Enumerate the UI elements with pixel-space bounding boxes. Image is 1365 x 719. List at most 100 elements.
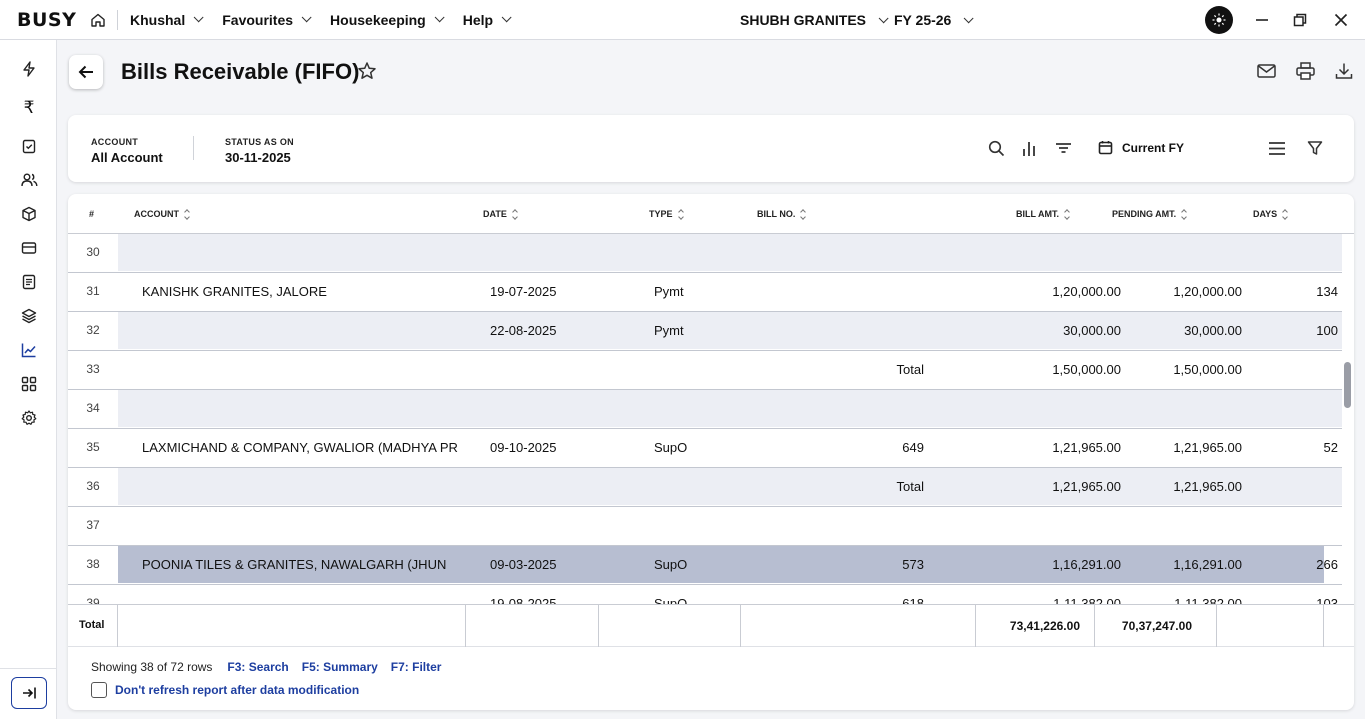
menu-housekeeping-label: Housekeeping — [330, 11, 426, 28]
chart-line-icon[interactable] — [19, 340, 39, 360]
table-row[interactable]: 36 Total 1,21,965.00 1,21,965.00 — [68, 468, 1342, 507]
vertical-scrollbar[interactable] — [1344, 362, 1351, 408]
pending-amount-cell: 1,21,965.00 — [1173, 479, 1242, 494]
column-header-pending-amt-label: PENDING AMT. — [1112, 209, 1177, 219]
column-header-date[interactable]: DATE — [483, 208, 518, 220]
table-row[interactable]: 31 KANISHK GRANITES, JALORE 19-07-2025 P… — [68, 273, 1342, 312]
table-row[interactable]: 32 22-08-2025 Pymt 30,000.00 30,000.00 1… — [68, 312, 1342, 351]
restore-button[interactable] — [1290, 10, 1310, 30]
page-title: Bills Receivable (FIFO) — [121, 59, 360, 84]
download-icon[interactable] — [1334, 61, 1354, 81]
divider — [0, 668, 57, 669]
close-button[interactable] — [1331, 10, 1351, 30]
minimize-button[interactable] — [1252, 10, 1272, 30]
row-number: 32 — [68, 312, 118, 349]
lightning-icon[interactable] — [19, 59, 39, 79]
fy-selector[interactable]: FY 25-26 — [894, 12, 974, 28]
table-row[interactable]: 30 — [68, 234, 1342, 273]
account-cell: LAXMICHAND & COMPANY, GWALIOR (MADHYA PR — [142, 440, 458, 455]
totals-pending-amount-cell: 70,37,247.00 — [1095, 605, 1217, 647]
bill-no-cell: 649 — [902, 440, 924, 455]
totals-cell — [599, 605, 741, 647]
pending-amount-cell: 1,11,382.00 — [1174, 596, 1242, 604]
report-table: # ACCOUNT DATE TYPE BILL NO. BILL AMT. P… — [68, 194, 1354, 710]
sort-icon — [184, 208, 190, 220]
table-row-selected[interactable]: 38 POONIA TILES & GRANITES, NAWALGARH (J… — [68, 546, 1342, 585]
home-icon[interactable] — [89, 11, 107, 29]
column-header-account[interactable]: ACCOUNT — [134, 208, 190, 220]
rupee-icon[interactable]: ₹ — [19, 98, 39, 118]
refresh-checkbox[interactable] — [91, 682, 107, 698]
print-icon[interactable] — [1295, 61, 1315, 81]
theme-toggle-button[interactable] — [1205, 6, 1233, 34]
pending-amount-cell: 1,21,965.00 — [1173, 440, 1242, 455]
star-icon[interactable] — [357, 61, 377, 84]
fy-label: FY 25-26 — [894, 12, 952, 28]
menu-favourites[interactable]: Favourites — [222, 12, 312, 28]
clipboard-check-icon[interactable] — [19, 136, 39, 156]
days-cell: 100 — [1316, 323, 1338, 338]
box-icon[interactable] — [19, 204, 39, 224]
totals-cell — [466, 605, 599, 647]
period-selector[interactable]: Current FY — [1098, 140, 1184, 155]
table-row[interactable]: 33 Total 1,50,000.00 1,50,000.00 — [68, 351, 1342, 390]
days-cell: 103 — [1316, 596, 1338, 604]
company-selector[interactable]: SHUBH GRANITES — [740, 12, 889, 28]
row-number: 34 — [68, 390, 118, 427]
expand-sidebar-button[interactable] — [11, 677, 47, 709]
arrow-left-icon — [78, 65, 93, 79]
period-label: Current FY — [1122, 140, 1185, 155]
column-header-type[interactable]: TYPE — [649, 208, 684, 220]
table-totals-row: Total 73,41,226.00 70,37,247.00 — [68, 604, 1354, 647]
gear-icon[interactable] — [19, 408, 39, 428]
menu-help[interactable]: Help — [463, 12, 512, 28]
account-filter-value[interactable]: All Account — [91, 150, 163, 165]
bill-no-cell: Total — [896, 479, 924, 494]
table-row[interactable]: 35 LAXMICHAND & COMPANY, GWALIOR (MADHYA… — [68, 429, 1342, 468]
sort-lines-icon[interactable] — [1054, 139, 1072, 157]
row-number: 31 — [68, 273, 118, 310]
totals-pending-amount: 70,37,247.00 — [1121, 619, 1192, 633]
filter-icon[interactable] — [1306, 139, 1324, 157]
bill-amount-cell: 1,11,382.00 — [1053, 596, 1121, 604]
filter-hotkey[interactable]: F7: Filter — [391, 660, 442, 674]
grid-icon[interactable] — [19, 374, 39, 394]
pending-amount-cell: 1,16,291.00 — [1173, 557, 1242, 572]
layers-icon[interactable] — [19, 306, 39, 326]
table-row[interactable]: 37 — [68, 507, 1342, 546]
mail-icon[interactable] — [1256, 61, 1276, 81]
column-header-date-label: DATE — [483, 209, 507, 219]
table-row[interactable]: 34 — [68, 390, 1342, 429]
search-hotkey[interactable]: F3: Search — [227, 660, 288, 674]
bar-chart-icon[interactable] — [1020, 139, 1038, 157]
hamburger-menu-icon[interactable] — [1268, 139, 1286, 157]
top-bar: BUSY Khushal Favourites Housekeeping Hel… — [0, 0, 1365, 40]
document-icon[interactable] — [19, 272, 39, 292]
bill-amount-cell: 1,21,965.00 — [1052, 440, 1121, 455]
chevron-down-icon — [964, 12, 974, 23]
totals-bill-amount: 73,41,226.00 — [1009, 619, 1080, 633]
sort-icon — [677, 208, 684, 220]
back-button[interactable] — [69, 55, 103, 89]
search-icon[interactable] — [987, 139, 1005, 157]
column-header-pending-amt[interactable]: PENDING AMT. — [1112, 208, 1188, 220]
menu-housekeeping[interactable]: Housekeeping — [330, 11, 445, 28]
column-header-bill-no-label: BILL NO. — [757, 209, 796, 219]
menu-user[interactable]: Khushal — [130, 12, 204, 28]
column-header-bill-amt[interactable]: BILL AMT. — [1016, 208, 1070, 220]
summary-hotkey[interactable]: F5: Summary — [302, 660, 378, 674]
status-date-value[interactable]: 30-11-2025 — [225, 150, 291, 165]
column-header-bill-no[interactable]: BILL NO. — [757, 208, 807, 220]
refresh-option[interactable]: Don't refresh report after data modifica… — [91, 682, 359, 698]
sort-icon — [1282, 208, 1289, 220]
date-cell: 19-07-2025 — [490, 284, 557, 299]
chevron-down-icon — [878, 12, 889, 23]
row-number: 37 — [68, 507, 118, 544]
column-header-days[interactable]: DAYS — [1253, 208, 1289, 220]
status-date-label: STATUS AS ON — [225, 137, 294, 147]
bill-amount-cell: 1,20,000.00 — [1052, 284, 1121, 299]
table-row[interactable]: 39 19-08-2025 SupO 618 1,11,382.00 1,11,… — [68, 585, 1342, 604]
bill-no-cell: 573 — [902, 557, 924, 572]
card-icon[interactable] — [19, 238, 39, 258]
users-icon[interactable] — [19, 170, 39, 190]
